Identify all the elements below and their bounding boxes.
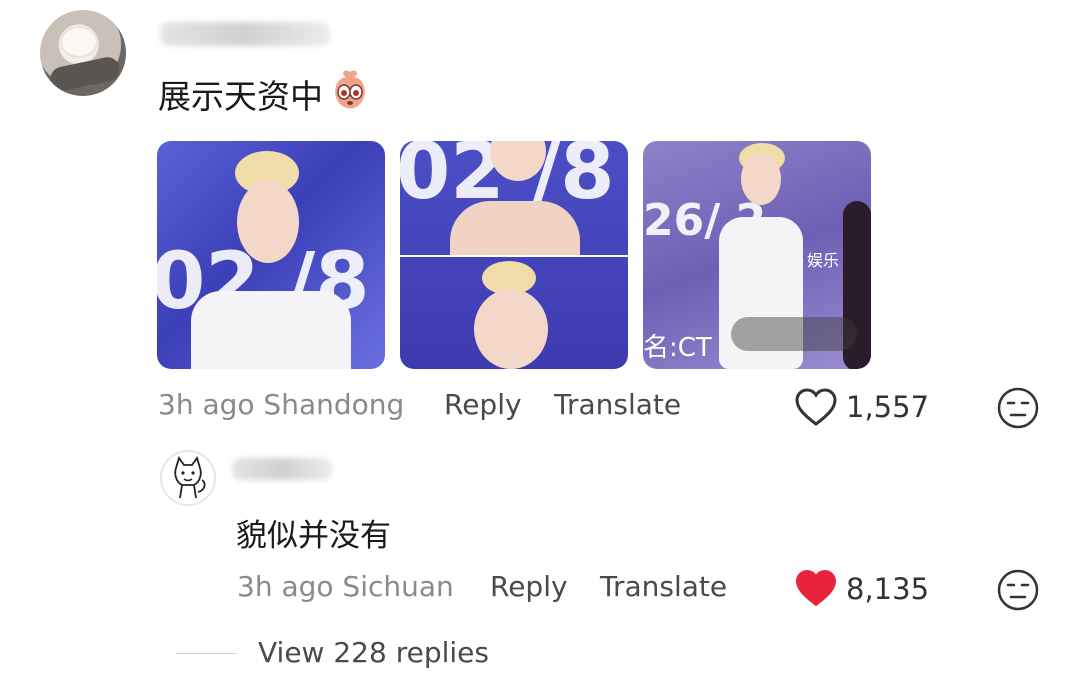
peach-face-emoji-icon (335, 70, 365, 109)
avatar-arm-shape (48, 54, 122, 94)
replies-divider (176, 653, 236, 654)
split-divider (400, 255, 628, 257)
face-shape (741, 153, 781, 205)
cat-sketch-icon (174, 455, 206, 499)
reply-button[interactable]: Reply (490, 570, 568, 603)
like-count: 8,135 (846, 572, 930, 606)
image-thumbnail-3[interactable]: 26/ 2- 娱乐 名:CT (643, 141, 871, 369)
unimpressed-face-icon[interactable] (996, 568, 1040, 612)
comment-text: 展示天资中 (158, 77, 323, 116)
reply-meta: 3h ago Sichuan (237, 570, 454, 603)
image-thumbnail-1[interactable]: 02 /8 (157, 141, 385, 369)
unimpressed-face-icon[interactable] (996, 386, 1040, 430)
commenter-avatar[interactable] (40, 10, 126, 96)
blurred-watermark (731, 317, 857, 351)
blurred-username[interactable] (232, 458, 332, 480)
comment-meta: 3h ago Shandong (158, 388, 405, 421)
avatar-dog-shape (62, 28, 96, 56)
blurred-username[interactable] (160, 22, 330, 46)
dress-shape (191, 291, 351, 369)
face-shape (474, 289, 548, 369)
heart-outline-icon[interactable] (794, 388, 838, 428)
reply-avatar[interactable] (160, 450, 216, 506)
banner-tag-text: 娱乐 (807, 251, 840, 270)
like-count: 1,557 (846, 390, 930, 424)
reply-text: 貌似并没有 (236, 518, 391, 554)
shoulders-shape (450, 201, 580, 257)
view-replies-button[interactable]: View 228 replies (258, 636, 489, 669)
backdrop-overlay-text: 名:CT (643, 333, 712, 363)
translate-button[interactable]: Translate (600, 570, 727, 603)
face-shape (237, 181, 299, 263)
image-thumbnail-2[interactable]: 02 /8 (400, 141, 628, 369)
translate-button[interactable]: Translate (554, 388, 681, 421)
heart-filled-icon[interactable] (794, 569, 838, 609)
reply-button[interactable]: Reply (444, 388, 522, 421)
